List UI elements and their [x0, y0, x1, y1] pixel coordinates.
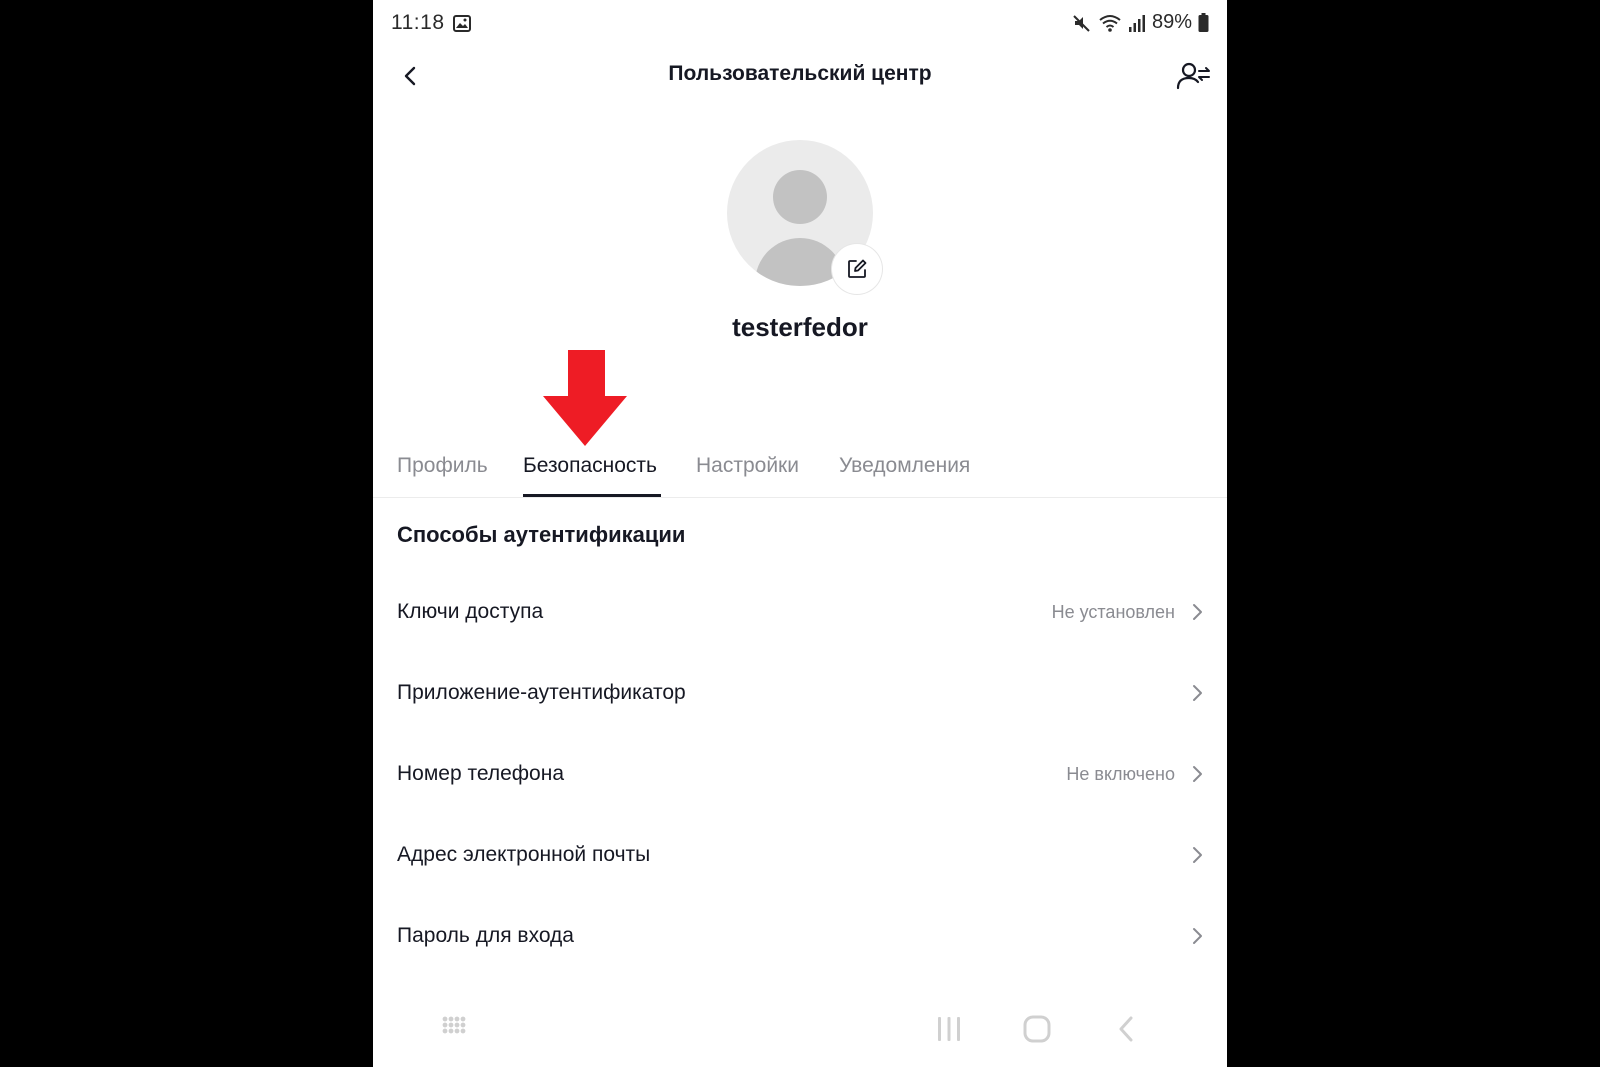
- recent-apps-icon[interactable]: [935, 1015, 963, 1043]
- avatar-placeholder-body: [755, 238, 845, 286]
- wifi-icon: [1099, 14, 1121, 32]
- battery-icon: [1198, 12, 1209, 32]
- row-status: Не установлен: [1051, 602, 1175, 622]
- battery-percent: 89%: [1151, 11, 1192, 33]
- back-nav-icon[interactable]: [1113, 1015, 1141, 1043]
- avatar-placeholder-head: [773, 170, 827, 224]
- row-label: Ключи доступа: [397, 600, 544, 623]
- status-time: 11:18: [391, 11, 445, 34]
- row-phone-number[interactable]: Номер телефона Не включено: [373, 734, 1227, 814]
- page-title: Пользовательский центр: [668, 62, 932, 85]
- switch-account-icon: [1176, 62, 1210, 90]
- row-label: Приложение-аутентификатор: [397, 681, 686, 704]
- system-nav-bar: [373, 1005, 1227, 1061]
- username: testerfedor: [732, 312, 868, 342]
- chevron-right-icon: [1193, 928, 1202, 944]
- row-email[interactable]: Адрес электронной почты: [373, 815, 1227, 895]
- status-icons: 89%: [1072, 11, 1209, 34]
- tab-settings[interactable]: Настройки: [696, 454, 799, 478]
- gallery-icon: [453, 15, 471, 32]
- tab-security[interactable]: Безопасность: [523, 454, 657, 478]
- red-arrow-annotation: [543, 350, 627, 446]
- row-authenticator-app[interactable]: Приложение-аутентификатор: [373, 653, 1227, 733]
- row-password[interactable]: Пароль для входа: [373, 896, 1227, 976]
- section-title: Способы аутентификации: [397, 522, 686, 547]
- top-bar: Пользовательский центр: [373, 48, 1227, 104]
- row-label: Пароль для входа: [397, 924, 574, 947]
- edit-icon: [848, 259, 867, 278]
- chevron-right-icon: [1193, 766, 1202, 782]
- switch-account-button[interactable]: [1175, 58, 1213, 94]
- chevron-right-icon: [1193, 685, 1202, 701]
- tab-profile[interactable]: Профиль: [397, 454, 488, 478]
- chevron-right-icon: [1193, 604, 1202, 620]
- active-tab-indicator: [523, 494, 661, 497]
- tab-notifications[interactable]: Уведомления: [839, 454, 970, 478]
- tab-bar: Профиль Безопасность Настройки Уведомлен…: [373, 446, 1227, 498]
- row-passkeys[interactable]: Ключи доступа Не установлен: [373, 572, 1227, 652]
- home-icon[interactable]: [1023, 1015, 1051, 1043]
- signal-icon: [1128, 14, 1145, 32]
- chevron-right-icon: [1193, 847, 1202, 863]
- row-label: Номер телефона: [397, 762, 565, 785]
- app-grid-icon[interactable]: [441, 1015, 467, 1041]
- mute-icon: [1073, 14, 1090, 32]
- app-screen: 11:18 89% Пользовательский центр testerf…: [373, 0, 1227, 1067]
- status-bar: 11:18 89%: [373, 0, 1227, 48]
- edit-avatar-button[interactable]: [832, 244, 882, 294]
- row-label: Адрес электронной почты: [397, 843, 651, 866]
- row-status: Не включено: [1066, 764, 1175, 784]
